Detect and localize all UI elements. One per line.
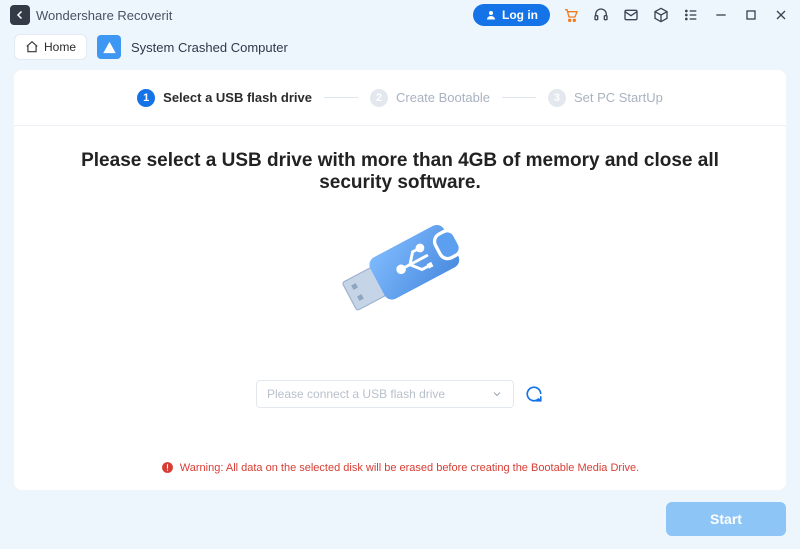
app-badge bbox=[10, 5, 30, 25]
step-2-badge: 2 bbox=[370, 89, 388, 107]
drive-row: Please connect a USB flash drive bbox=[14, 380, 786, 408]
login-label: Log in bbox=[502, 8, 538, 22]
cube-icon[interactable] bbox=[652, 6, 670, 24]
step-divider bbox=[324, 97, 358, 98]
app-title: Wondershare Recoverit bbox=[36, 8, 172, 23]
step-2-label: Create Bootable bbox=[396, 90, 490, 105]
step-1-badge: 1 bbox=[137, 89, 155, 107]
chevron-down-icon bbox=[491, 388, 503, 400]
step-1: 1 Select a USB flash drive bbox=[137, 89, 312, 107]
mail-icon[interactable] bbox=[622, 6, 640, 24]
step-1-label: Select a USB flash drive bbox=[163, 90, 312, 105]
step-3: 3 Set PC StartUp bbox=[548, 89, 663, 107]
page-title: System Crashed Computer bbox=[131, 40, 288, 55]
close-icon[interactable] bbox=[772, 6, 790, 24]
warning-icon bbox=[161, 461, 174, 474]
refresh-icon[interactable] bbox=[524, 384, 544, 404]
login-button[interactable]: Log in bbox=[473, 4, 550, 26]
step-3-badge: 3 bbox=[548, 89, 566, 107]
usb-illustration bbox=[14, 204, 786, 374]
maximize-icon[interactable] bbox=[742, 6, 760, 24]
step-2: 2 Create Bootable bbox=[370, 89, 490, 107]
breadcrumb: Home System Crashed Computer bbox=[0, 30, 800, 70]
stepper: 1 Select a USB flash drive 2 Create Boot… bbox=[14, 70, 786, 126]
start-button[interactable]: Start bbox=[666, 502, 786, 536]
drive-select-placeholder: Please connect a USB flash drive bbox=[267, 387, 445, 401]
drive-select[interactable]: Please connect a USB flash drive bbox=[256, 380, 514, 408]
warning-text: Warning: All data on the selected disk w… bbox=[14, 461, 786, 474]
instruction-text: Please select a USB drive with more than… bbox=[14, 126, 786, 204]
footer: Start bbox=[0, 490, 800, 548]
cart-icon[interactable] bbox=[562, 6, 580, 24]
titlebar: Wondershare Recoverit Log in bbox=[0, 0, 800, 30]
list-icon[interactable] bbox=[682, 6, 700, 24]
step-3-label: Set PC StartUp bbox=[574, 90, 663, 105]
step-divider bbox=[502, 97, 536, 98]
main-card: 1 Select a USB flash drive 2 Create Boot… bbox=[14, 70, 786, 490]
home-label: Home bbox=[44, 40, 76, 54]
headset-icon[interactable] bbox=[592, 6, 610, 24]
system-crashed-icon bbox=[97, 35, 121, 59]
warning-label: Warning: All data on the selected disk w… bbox=[180, 462, 639, 474]
minimize-icon[interactable] bbox=[712, 6, 730, 24]
home-button[interactable]: Home bbox=[14, 34, 87, 60]
